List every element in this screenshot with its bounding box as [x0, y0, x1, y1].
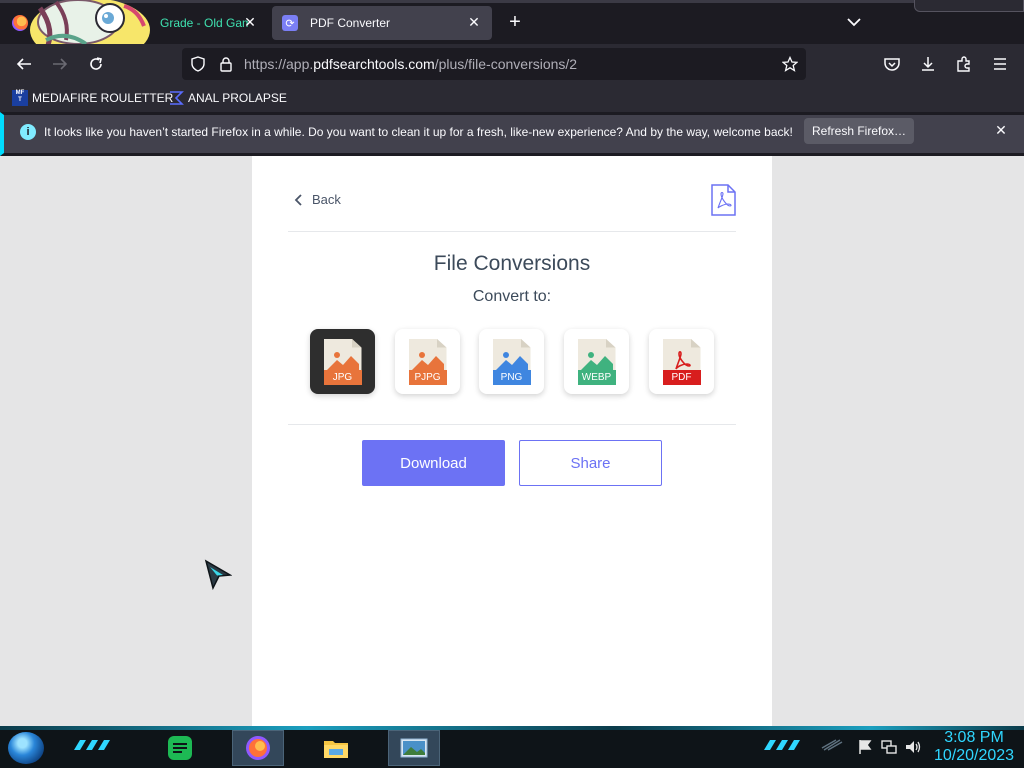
reload-button[interactable]: [84, 52, 108, 76]
url-prefix: https://app.: [244, 56, 314, 72]
taskbar-app-photos[interactable]: [388, 730, 440, 766]
download-button[interactable]: Download: [362, 440, 505, 486]
pdf-converter-favicon: ⟳: [282, 15, 298, 31]
pocket-button[interactable]: [880, 52, 904, 76]
image-file-icon: WEBP: [577, 338, 616, 385]
taskbar-app-file-explorer[interactable]: [316, 730, 356, 766]
refresh-firefox-button[interactable]: Refresh Firefox…: [804, 118, 914, 144]
taskbar-glow-strip: [0, 726, 1024, 730]
chevron-left-icon: [294, 193, 302, 206]
network-icon[interactable]: [880, 738, 898, 756]
app-menu-button[interactable]: [988, 52, 1012, 76]
bookmark-label: MEDIAFIRE ROULETTER: [32, 91, 174, 105]
format-label: JPG: [323, 369, 362, 385]
notes-app-icon: [168, 736, 192, 760]
taskbar-app-notes[interactable]: [160, 730, 200, 766]
divider: [288, 231, 736, 232]
bookmark-label: ANAL PROLAPSE: [188, 91, 287, 105]
notification-message: It looks like you haven’t started Firefo…: [44, 125, 793, 139]
arrow-right-icon: [53, 58, 68, 70]
refresh-firefox-notification: i It looks like you haven’t started Fire…: [0, 112, 1024, 156]
format-option-pdf[interactable]: PDF: [649, 329, 714, 394]
list-all-tabs-button[interactable]: [842, 12, 866, 32]
format-option-png[interactable]: PNG: [479, 329, 544, 394]
address-bar[interactable]: https://app.pdfsearchtools.com/plus/file…: [182, 48, 806, 80]
close-notification-icon[interactable]: ✕: [992, 121, 1010, 139]
sigma-icon: [170, 91, 184, 105]
system-clock[interactable]: 3:08 PM 10/20/2023: [928, 729, 1020, 765]
pdf-document-icon[interactable]: [710, 184, 736, 216]
info-icon: i: [20, 124, 36, 140]
format-option-jpg[interactable]: JPG: [310, 329, 375, 394]
downloads-button[interactable]: [916, 52, 940, 76]
hamburger-menu-icon: [994, 58, 1006, 70]
page-title: File Conversions: [433, 252, 591, 275]
firefox-icon: [246, 736, 270, 760]
back-button[interactable]: [12, 52, 36, 76]
forward-button[interactable]: [48, 52, 72, 76]
taskbar-decoration: [74, 740, 110, 750]
extensions-button[interactable]: [952, 52, 976, 76]
volume-icon[interactable]: [904, 738, 922, 756]
format-label: PNG: [492, 369, 531, 385]
lock-icon[interactable]: [216, 54, 236, 74]
url-host: pdfsearchtools.com: [313, 56, 435, 72]
flag-icon[interactable]: [856, 738, 874, 756]
image-file-icon: PNG: [492, 338, 531, 385]
divider: [288, 424, 736, 425]
format-option-webp[interactable]: WEBP: [564, 329, 629, 394]
url-path: /plus/file-conversions/2: [434, 56, 578, 72]
bookmark-star-icon[interactable]: [780, 54, 800, 74]
arrow-left-icon: [16, 58, 31, 70]
bookmark-mediafire-rouletter[interactable]: MF T MEDIAFIRE ROULETTER: [12, 89, 173, 107]
conversion-card: Back File Conversions Convert to: JPG PJ…: [252, 156, 772, 726]
clock-date: 10/20/2023: [933, 747, 1015, 764]
format-option-pjpg[interactable]: PJPG: [395, 329, 460, 394]
image-file-icon: JPG: [323, 338, 362, 385]
format-label: WEBP: [577, 369, 616, 385]
format-label: PDF: [662, 369, 701, 385]
mediafire-favicon: MF T: [12, 90, 28, 106]
bookmarks-toolbar: MF T MEDIAFIRE ROULETTER ANAL PROLAPSE: [0, 84, 1024, 112]
share-button[interactable]: Share: [519, 440, 662, 486]
taskbar-app-firefox[interactable]: [232, 730, 284, 766]
navigation-toolbar: https://app.pdfsearchtools.com/plus/file…: [0, 44, 1024, 84]
photo-viewer-icon: [400, 738, 428, 758]
bookmark-second[interactable]: ANAL PROLAPSE: [168, 89, 287, 107]
os-taskbar: 3:08 PM 10/20/2023: [0, 726, 1024, 768]
chevron-down-icon: [847, 18, 861, 27]
tab-pdf-converter[interactable]: ⟳ PDF Converter ✕: [272, 6, 492, 40]
close-tab-icon[interactable]: ✕: [466, 14, 482, 30]
puzzle-icon: [957, 56, 970, 72]
taskbar-decoration: [764, 740, 800, 750]
image-file-icon: PJPG: [408, 338, 447, 385]
mouse-cursor-icon: [204, 559, 232, 591]
page-viewport: Back File Conversions Convert to: JPG PJ…: [0, 156, 1024, 726]
clock-time: 3:08 PM: [944, 729, 1004, 746]
window-frame-decoration: [914, 0, 1024, 12]
back-label: Back: [312, 192, 341, 207]
tab-title: PDF Converter: [310, 16, 391, 30]
url-text[interactable]: https://app.pdfsearchtools.com/plus/file…: [244, 56, 577, 72]
close-tab-icon[interactable]: ✕: [242, 14, 258, 30]
new-tab-button[interactable]: +: [502, 10, 528, 36]
pocket-icon: [884, 58, 900, 71]
back-link[interactable]: Back: [292, 192, 341, 207]
pdf-file-icon: PDF: [662, 338, 701, 385]
tab-title: Grade - Old Gam: [160, 16, 248, 30]
tracking-protection-shield-icon[interactable]: [188, 54, 208, 74]
reload-icon: [90, 57, 102, 70]
folder-icon: [324, 741, 348, 758]
start-orb-button[interactable]: [8, 732, 44, 764]
convert-to-label: Convert to:: [472, 288, 552, 305]
format-label: PJPG: [408, 369, 447, 385]
show-hidden-icons-icon[interactable]: [820, 738, 844, 752]
download-icon: [922, 57, 934, 71]
